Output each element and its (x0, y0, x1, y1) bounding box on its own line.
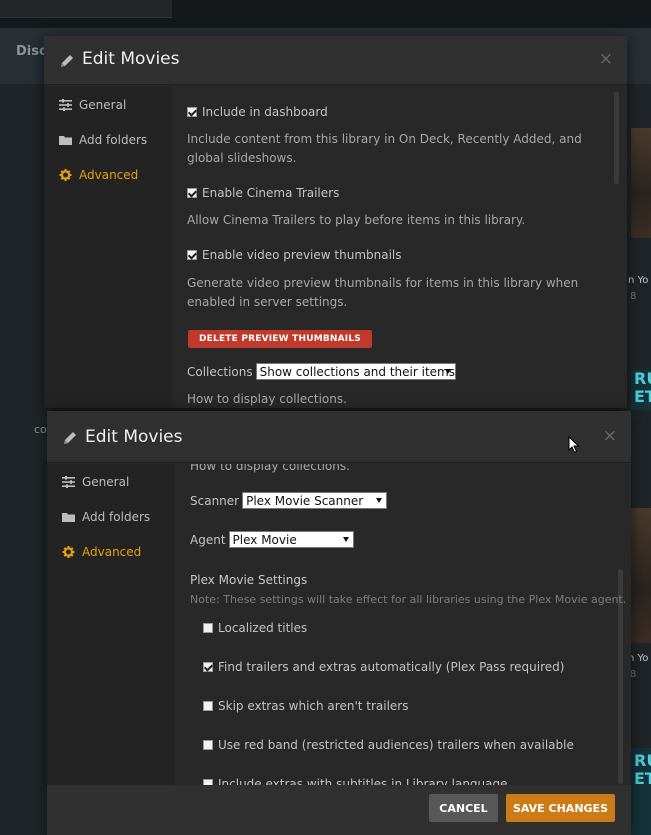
teal-text-3: RU (634, 751, 651, 770)
sidebar-item-label: Advanced (82, 545, 142, 559)
option-label: Use red band (restricted audiences) trai… (218, 738, 574, 752)
find-trailers-checkbox[interactable] (203, 662, 213, 672)
collections-label: Collections (187, 364, 253, 379)
pencil-icon (64, 432, 76, 444)
cancel-button[interactable]: CANCEL (429, 794, 498, 822)
save-changes-button[interactable]: SAVE CHANGES (506, 794, 615, 822)
include-dashboard-row[interactable]: Include in dashboard (187, 105, 328, 119)
agent-value: Plex Movie (232, 532, 297, 547)
skip-extras-checkbox[interactable] (203, 701, 213, 711)
preview-thumbnails-label: Enable video preview thumbnails (202, 248, 402, 262)
sidebar-item-general[interactable]: General (62, 473, 129, 491)
modal-title: Edit Movies (85, 427, 183, 447)
include-dashboard-checkbox[interactable] (187, 107, 197, 117)
teal-text-1: RU (634, 370, 651, 388)
background-topbar-left (0, 0, 172, 18)
red-band-checkbox[interactable] (203, 740, 213, 750)
sliders-icon (59, 99, 72, 111)
modal-sidebar: General Add folders Advanced (47, 464, 175, 835)
background-poster-2[interactable] (631, 508, 651, 643)
cinema-trailers-row[interactable]: Enable Cinema Trailers (187, 186, 339, 200)
include-dashboard-description: Include content from this library in On … (187, 132, 582, 165)
folder-icon (59, 136, 72, 145)
close-icon[interactable]: × (599, 49, 613, 69)
collections-description: How to display collections. (190, 464, 350, 473)
scanner-row: Scanner Plex Movie Scanner (190, 492, 388, 509)
include-dashboard-label: Include in dashboard (202, 105, 328, 119)
background-teal-poster[interactable]: RUET (631, 370, 651, 410)
option-skip-extras[interactable]: Skip extras which aren't trailers (203, 699, 409, 713)
collections-description: How to display collections. (187, 392, 347, 406)
modal-title: Edit Movies (82, 49, 180, 69)
background-poster[interactable] (631, 128, 651, 238)
agent-row: Agent Plex Movie (190, 531, 354, 548)
option-localized-titles[interactable]: Localized titles (203, 621, 307, 635)
option-find-trailers[interactable]: Find trailers and extras automatically (… (203, 660, 564, 674)
plex-movie-settings-title: Plex Movie Settings (190, 573, 308, 587)
close-icon[interactable]: × (603, 426, 617, 446)
edit-movies-modal-bottom: Edit Movies × General Add folders Advanc… (47, 411, 631, 835)
cinema-trailers-checkbox[interactable] (187, 188, 197, 198)
preview-thumbnails-row[interactable]: Enable video preview thumbnails (187, 248, 402, 262)
sidebar-item-label: General (79, 98, 127, 112)
modal-sidebar: General Add folders Advanced (44, 86, 172, 408)
localized-titles-checkbox[interactable] (203, 623, 213, 633)
cinema-trailers-description: Allow Cinema Trailers to play before ite… (187, 213, 526, 227)
background-teal-poster-2[interactable]: RUET (631, 748, 651, 835)
chevron-down-icon (342, 537, 349, 542)
scanner-label: Scanner (190, 493, 240, 508)
chevron-down-icon (444, 369, 451, 374)
sidebar-item-label: Add folders (79, 133, 148, 147)
agent-label: Agent (190, 532, 226, 547)
option-label: Include extras with subtitles in Library… (218, 777, 508, 785)
teal-text-2: ET (634, 387, 651, 406)
collections-row: Collections Show collections and their i… (187, 363, 456, 380)
sidebar-item-label: Advanced (79, 168, 139, 182)
folder-icon (62, 513, 75, 522)
modal-body: How to display collections. Scanner Plex… (175, 464, 631, 785)
background-poster-year: 8 (630, 291, 637, 302)
background-poster-caption-2: n Yo (628, 653, 649, 664)
sidebar-item-advanced[interactable]: Advanced (62, 543, 141, 561)
scanner-select[interactable]: Plex Movie Scanner (242, 492, 388, 509)
sidebar-item-label: Add folders (82, 510, 151, 524)
option-label: Localized titles (218, 621, 308, 635)
modal-header: Edit Movies × (44, 36, 627, 85)
sidebar-item-add-folders[interactable]: Add folders (59, 131, 147, 149)
sliders-icon (62, 476, 75, 488)
preview-thumbnails-description: Generate video preview thumbnails for it… (187, 276, 579, 309)
modal-body: Include in dashboard Include content fro… (172, 86, 627, 408)
option-label: Skip extras which aren't trailers (218, 699, 409, 713)
plex-movie-settings-note: Note: These settings will take effect fo… (190, 593, 627, 606)
scanner-value: Plex Movie Scanner (246, 493, 364, 508)
sidebar-item-advanced[interactable]: Advanced (59, 166, 138, 184)
sidebar-item-label: General (82, 475, 130, 489)
modal-header: Edit Movies × (47, 411, 631, 463)
agent-select[interactable]: Plex Movie (228, 531, 354, 548)
option-label: Find trailers and extras automatically (… (218, 660, 565, 674)
background-discover-text-2: co (34, 423, 47, 436)
option-red-band[interactable]: Use red band (restricted audiences) trai… (203, 738, 574, 752)
scrollbar-thumb[interactable] (614, 92, 619, 184)
modal-footer: CANCEL SAVE CHANGES (47, 785, 631, 835)
gear-icon (59, 169, 72, 181)
teal-text-4: ET (634, 769, 651, 788)
chevron-down-icon (376, 498, 383, 503)
sidebar-item-add-folders[interactable]: Add folders (62, 508, 150, 526)
option-extras-subtitles[interactable]: Include extras with subtitles in Library… (203, 777, 508, 785)
collections-value: Show collections and their items (259, 364, 455, 379)
preview-thumbnails-checkbox[interactable] (187, 250, 197, 260)
cinema-trailers-label: Enable Cinema Trailers (202, 186, 340, 200)
pencil-icon (61, 55, 73, 67)
edit-movies-modal-top: Edit Movies × General Add folders Advanc… (44, 36, 627, 408)
background-poster-caption: n Yo (628, 275, 649, 286)
sidebar-item-general[interactable]: General (59, 96, 126, 114)
collections-select[interactable]: Show collections and their items (255, 363, 456, 380)
mouse-cursor-icon (568, 436, 580, 454)
delete-preview-thumbnails-button[interactable]: DELETE PREVIEW THUMBNAILS (188, 330, 372, 348)
gear-icon (62, 546, 75, 558)
